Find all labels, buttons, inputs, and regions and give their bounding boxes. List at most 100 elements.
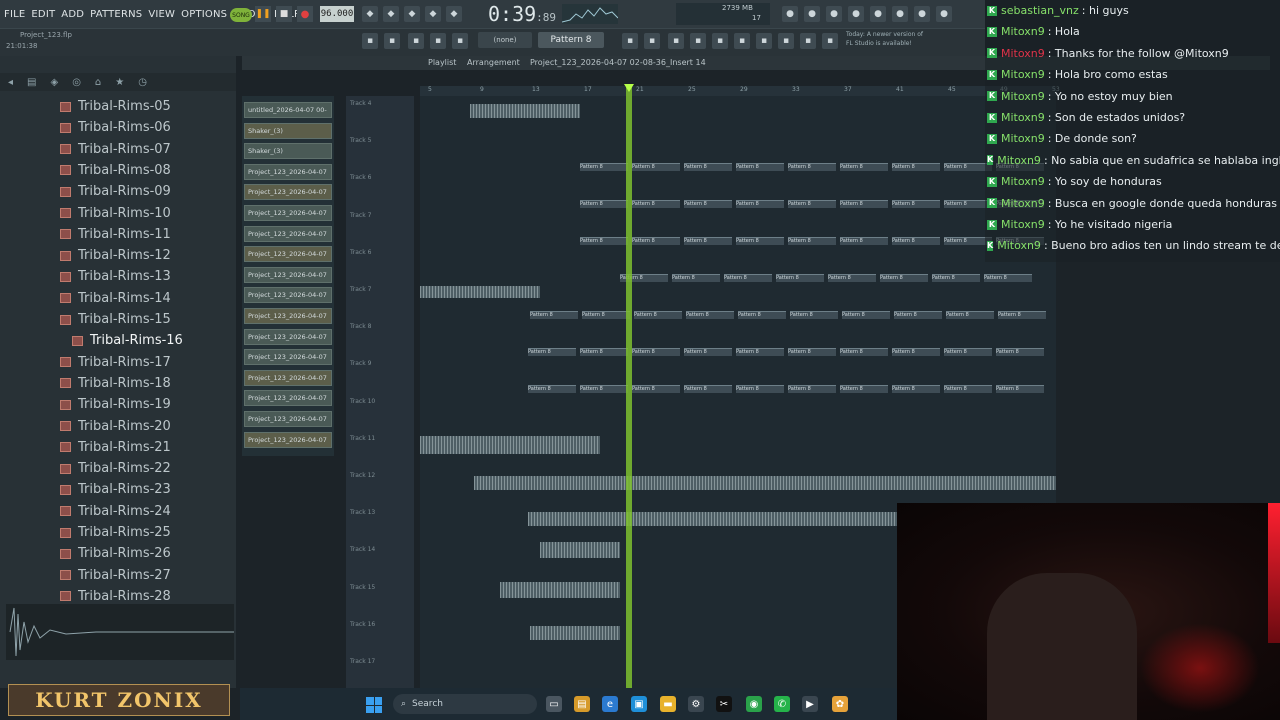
- channel-button[interactable]: Project_123_2026-04-07: [244, 369, 332, 386]
- pattern-clip[interactable]: Pattern 8: [892, 163, 940, 171]
- pattern-clip[interactable]: Pattern 8: [632, 163, 680, 171]
- track-name[interactable]: Track 13: [350, 509, 375, 516]
- channel-button[interactable]: Project_123_2026-04-07: [244, 205, 332, 221]
- pattern-clip[interactable]: Pattern 8: [672, 274, 720, 282]
- delete-icon[interactable]: ▪: [452, 33, 468, 49]
- pattern-clip[interactable]: Pattern 8: [738, 311, 786, 319]
- channel-button[interactable]: Project_123_2026-04-07: [244, 246, 332, 263]
- plugin-picker-icon[interactable]: ▪: [822, 33, 838, 49]
- update-notice[interactable]: Today: A newer version of FL Studio is a…: [846, 30, 923, 48]
- chat-username[interactable]: Mitoxn9: [997, 154, 1041, 167]
- reset-icon[interactable]: ●: [782, 6, 798, 22]
- audio-clip-waveform[interactable]: [528, 512, 898, 526]
- browser-item[interactable]: Tribal-Rims-09: [60, 181, 171, 202]
- track-name[interactable]: Track 11: [350, 435, 375, 442]
- audio-clip-waveform[interactable]: [540, 542, 620, 558]
- chat-username[interactable]: sebastian_vnz: [1001, 4, 1079, 17]
- browser-icon[interactable]: ▪: [800, 33, 816, 49]
- pattern-clip[interactable]: Pattern 8: [776, 274, 824, 282]
- piano-roll-icon[interactable]: ▪: [734, 33, 750, 49]
- pattern-clip[interactable]: Pattern 8: [932, 274, 980, 282]
- browser-item[interactable]: Tribal-Rims-25: [60, 522, 171, 543]
- pattern-clip[interactable]: Pattern 8: [632, 385, 680, 393]
- arrangement-label[interactable]: Arrangement: [467, 58, 520, 67]
- channel-button[interactable]: Project_123_2026-04-07: [244, 431, 332, 448]
- pattern-clip[interactable]: Pattern 8: [528, 348, 576, 356]
- browser-item[interactable]: Tribal-Rims-17: [60, 352, 171, 373]
- track-name[interactable]: Track 7: [350, 286, 371, 293]
- pattern-clip[interactable]: Pattern 8: [684, 385, 732, 393]
- taskbar-search[interactable]: ⌕ Search: [393, 694, 537, 714]
- history-icon[interactable]: ◷: [138, 77, 147, 88]
- chat-username[interactable]: Mitoxn9: [1001, 132, 1045, 145]
- browser-item[interactable]: Tribal-Rims-23: [60, 479, 171, 500]
- browser-item[interactable]: Tribal-Rims-05: [60, 96, 171, 117]
- menu-item-file[interactable]: FILE: [4, 9, 25, 20]
- windows-start-icon[interactable]: [366, 697, 382, 713]
- pattern-clip[interactable]: Pattern 8: [582, 311, 630, 319]
- song-mode-toggle[interactable]: SONG: [230, 8, 252, 22]
- pattern-clip[interactable]: Pattern 8: [944, 348, 992, 356]
- pattern-clip[interactable]: Pattern 8: [632, 348, 680, 356]
- edge-icon[interactable]: e: [602, 696, 618, 712]
- channel-rack-icon[interactable]: ▪: [756, 33, 772, 49]
- channel-button[interactable]: Project_123_2026-04-07: [244, 184, 332, 201]
- playback-icon[interactable]: ▪: [712, 33, 728, 49]
- chat-username[interactable]: Mitoxn9: [1001, 218, 1045, 231]
- browser-item[interactable]: Tribal-Rims-14: [60, 288, 171, 309]
- audio-clip-waveform[interactable]: [500, 582, 620, 598]
- browser-item[interactable]: Tribal-Rims-19: [60, 394, 171, 415]
- render-icon[interactable]: ●: [892, 6, 908, 22]
- loop-record-icon[interactable]: ◆: [425, 6, 441, 22]
- pattern-clip[interactable]: Pattern 8: [892, 348, 940, 356]
- sync-icon[interactable]: ◎: [72, 77, 81, 88]
- channel-button[interactable]: Project_123_2026-04-07: [244, 328, 332, 345]
- pattern-clip[interactable]: Pattern 8: [632, 200, 680, 208]
- pointer-icon[interactable]: ▪: [384, 33, 400, 49]
- browser-item[interactable]: Tribal-Rims-13: [60, 266, 171, 287]
- file-explorer-icon[interactable]: ▤: [574, 696, 590, 712]
- pattern-clip[interactable]: Pattern 8: [894, 311, 942, 319]
- metronome-icon[interactable]: ◆: [362, 6, 378, 22]
- pattern-clip[interactable]: Pattern 8: [580, 200, 628, 208]
- channel-button[interactable]: Project_123_2026-04-07: [244, 266, 332, 283]
- whatsapp-icon[interactable]: ✆: [774, 696, 790, 712]
- select-icon[interactable]: ▪: [668, 33, 684, 49]
- track-name[interactable]: Track 10: [350, 398, 375, 405]
- channel-button[interactable]: Project_123_2026-04-07: [244, 308, 332, 324]
- pattern-clip[interactable]: Pattern 8: [984, 274, 1032, 282]
- pattern-clip[interactable]: Pattern 8: [736, 385, 784, 393]
- browser-item[interactable]: Tribal-Rims-06: [60, 117, 171, 138]
- stop-button[interactable]: ■: [276, 6, 292, 22]
- track-name[interactable]: Track 8: [350, 323, 371, 330]
- star-icon[interactable]: ★: [115, 77, 124, 88]
- folder-icon[interactable]: ▤: [27, 77, 36, 88]
- chat-username[interactable]: Mitoxn9: [1001, 90, 1045, 103]
- pattern-clip[interactable]: Pattern 8: [580, 163, 628, 171]
- chat-username[interactable]: Mitoxn9: [1001, 47, 1045, 60]
- help-icon[interactable]: ●: [848, 6, 864, 22]
- pattern-clip[interactable]: Pattern 8: [788, 200, 836, 208]
- channel-button[interactable]: Shaker_(3): [244, 143, 332, 160]
- store-icon[interactable]: ▣: [631, 696, 647, 712]
- pattern-clip[interactable]: Pattern 8: [684, 163, 732, 171]
- pattern-clip[interactable]: Pattern 8: [996, 385, 1044, 393]
- pattern-clip[interactable]: Pattern 8: [946, 311, 994, 319]
- pattern-clip[interactable]: Pattern 8: [840, 385, 888, 393]
- browser-item[interactable]: Tribal-Rims-22: [60, 458, 171, 479]
- slice-icon[interactable]: ▪: [644, 33, 660, 49]
- timeline-ruler[interactable]: 591317212529333741454953: [420, 86, 1060, 96]
- tag-icon[interactable]: ⌂: [95, 77, 101, 88]
- browser-item[interactable]: Tribal-Rims-18: [60, 373, 171, 394]
- pattern-clip[interactable]: Pattern 8: [736, 163, 784, 171]
- pattern-clip[interactable]: Pattern 8: [724, 274, 772, 282]
- pattern-clip[interactable]: Pattern 8: [892, 385, 940, 393]
- chat-username[interactable]: Mitoxn9: [1001, 197, 1045, 210]
- pattern-clip[interactable]: Pattern 8: [842, 311, 890, 319]
- track-name[interactable]: Track 7: [350, 212, 371, 219]
- browser-item[interactable]: Tribal-Rims-11: [60, 224, 171, 245]
- pattern-clip[interactable]: Pattern 8: [892, 237, 940, 245]
- audio-clip-waveform[interactable]: [420, 436, 600, 454]
- browser-item[interactable]: Tribal-Rims-12: [60, 245, 171, 266]
- channel-button[interactable]: Project_123_2026-04-07: [244, 411, 332, 427]
